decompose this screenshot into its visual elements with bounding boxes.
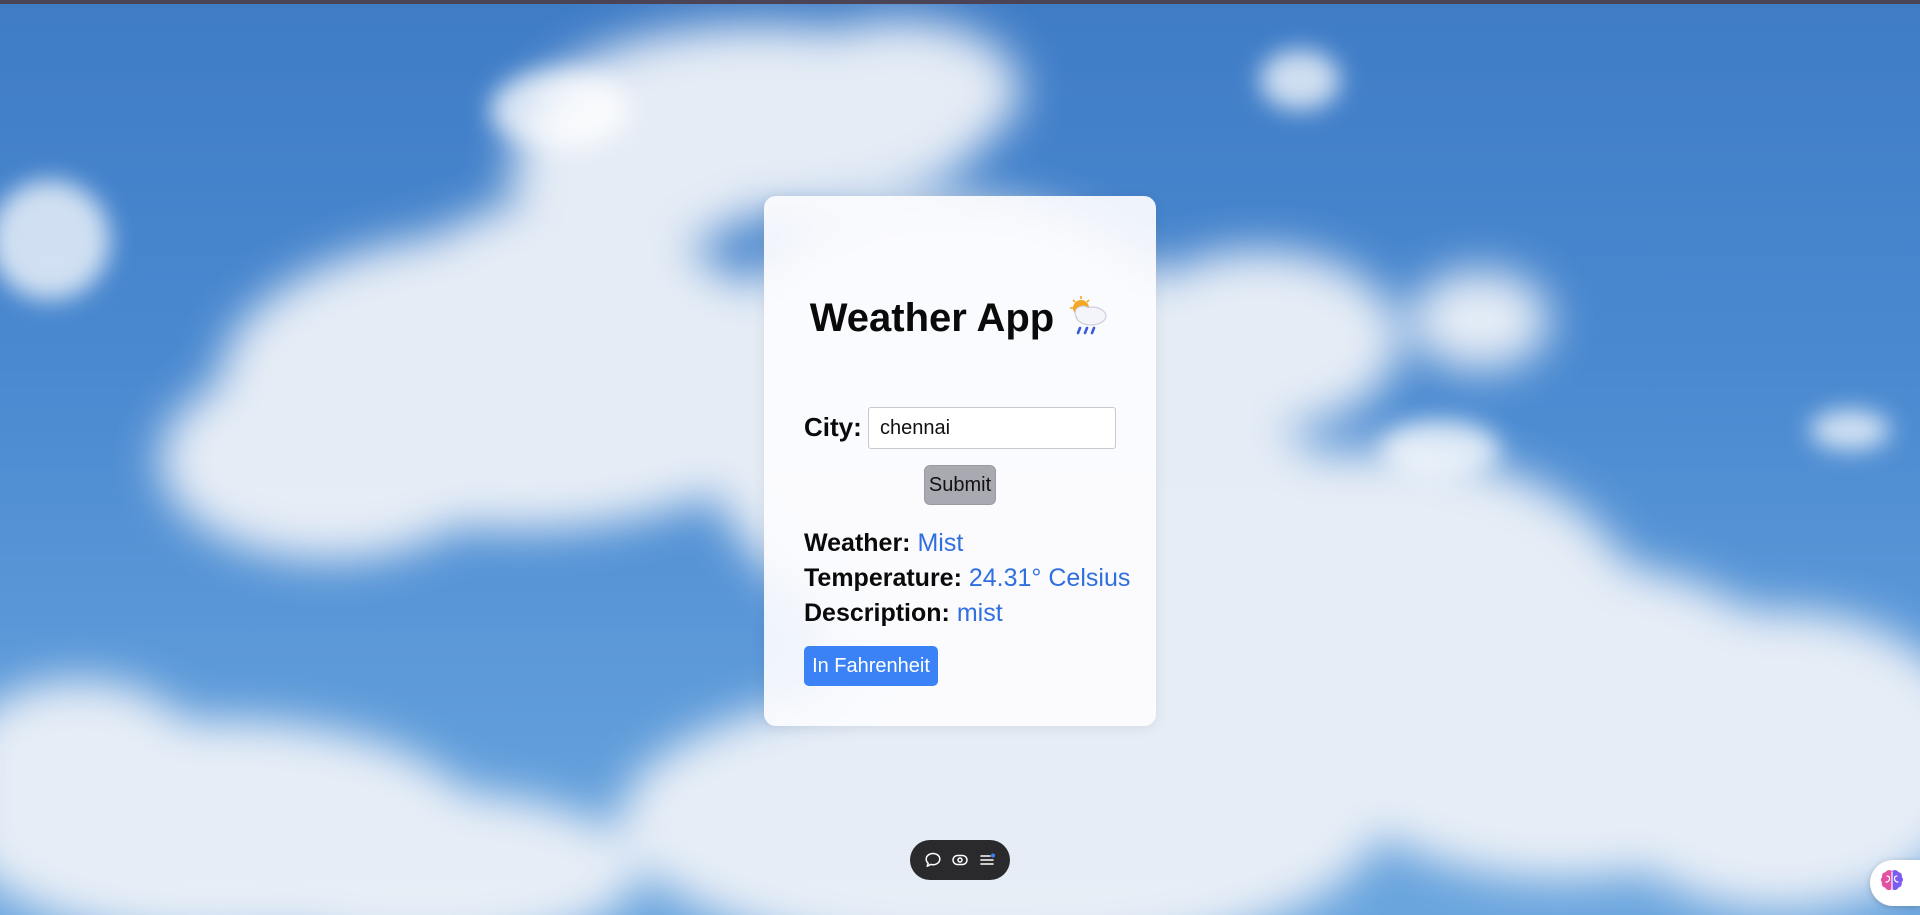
- weather-result-row: Weather: Mist: [804, 529, 963, 558]
- temperature-result-row: Temperature: 24.31° Celsius: [804, 564, 1130, 593]
- city-input[interactable]: [868, 407, 1116, 449]
- brain-assistant-button[interactable]: [1870, 860, 1920, 906]
- app-title-row: Weather App: [764, 296, 1156, 342]
- weather-label: Weather:: [804, 529, 911, 557]
- description-label: Description:: [804, 599, 950, 627]
- weather-value: Mist: [917, 529, 964, 557]
- brain-icon: [1878, 867, 1906, 900]
- page: Weather App City: chennai Submit Weather…: [0, 0, 1920, 915]
- floating-toolbar: [910, 840, 1010, 880]
- description-value: mist: [956, 599, 1003, 627]
- app-title: Weather App: [809, 296, 1055, 340]
- sun-behind-rain-cloud-icon: [1066, 294, 1110, 338]
- city-label: City:: [804, 412, 862, 442]
- weather-card: Weather App City: chennai Submit Weather…: [764, 196, 1156, 726]
- menu-icon[interactable]: [975, 848, 999, 872]
- browser-top-strip: [0, 0, 1920, 4]
- temperature-value: 24.31° Celsius: [968, 564, 1131, 592]
- submit-button[interactable]: Submit: [924, 465, 996, 505]
- comment-icon[interactable]: [921, 848, 945, 872]
- eye-icon[interactable]: [948, 848, 972, 872]
- in-fahrenheit-button[interactable]: In Fahrenheit: [804, 646, 938, 686]
- description-result-row: Description: mist: [804, 599, 1003, 628]
- temperature-label: Temperature:: [804, 564, 962, 592]
